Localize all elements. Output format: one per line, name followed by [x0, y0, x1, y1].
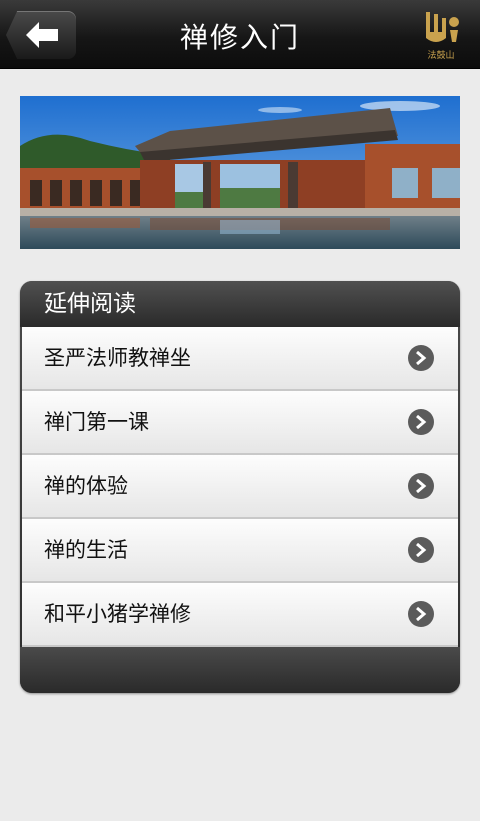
extended-reading-panel: 延伸阅读 圣严法师教禅坐 禅门第一课 禅的体验 禅的生活 和平小猪学禅修: [20, 281, 460, 693]
reading-list: 圣严法师教禅坐 禅门第一课 禅的体验 禅的生活 和平小猪学禅修: [22, 327, 458, 647]
chevron-right-icon: [408, 345, 434, 371]
chevron-right-icon: [408, 601, 434, 627]
list-item[interactable]: 圣严法师教禅坐: [22, 327, 458, 391]
list-item-label: 圣严法师教禅坐: [44, 346, 191, 370]
chevron-right-icon: [408, 473, 434, 499]
list-item-label: 和平小猪学禅修: [44, 602, 191, 626]
dharma-drum-logo: 法鼓山: [418, 8, 464, 62]
banner-image: [20, 96, 460, 249]
list-item[interactable]: 禅的体验: [22, 455, 458, 519]
list-item-label: 禅的体验: [44, 474, 128, 498]
list-item-label: 禅的生活: [44, 538, 128, 562]
chevron-right-icon: [408, 537, 434, 563]
top-bar: 禅修入门 法鼓山: [0, 0, 480, 69]
list-item[interactable]: 禅门第一课: [22, 391, 458, 455]
list-item[interactable]: 和平小猪学禅修: [22, 583, 458, 647]
panel-heading: 延伸阅读: [20, 281, 460, 327]
logo-text: 法鼓山: [427, 51, 455, 61]
list-item[interactable]: 禅的生活: [22, 519, 458, 583]
page-title: 禅修入门: [179, 21, 300, 54]
list-item-label: 禅门第一课: [44, 410, 149, 434]
panel-footer: [20, 647, 460, 693]
chevron-right-icon: [408, 409, 434, 435]
